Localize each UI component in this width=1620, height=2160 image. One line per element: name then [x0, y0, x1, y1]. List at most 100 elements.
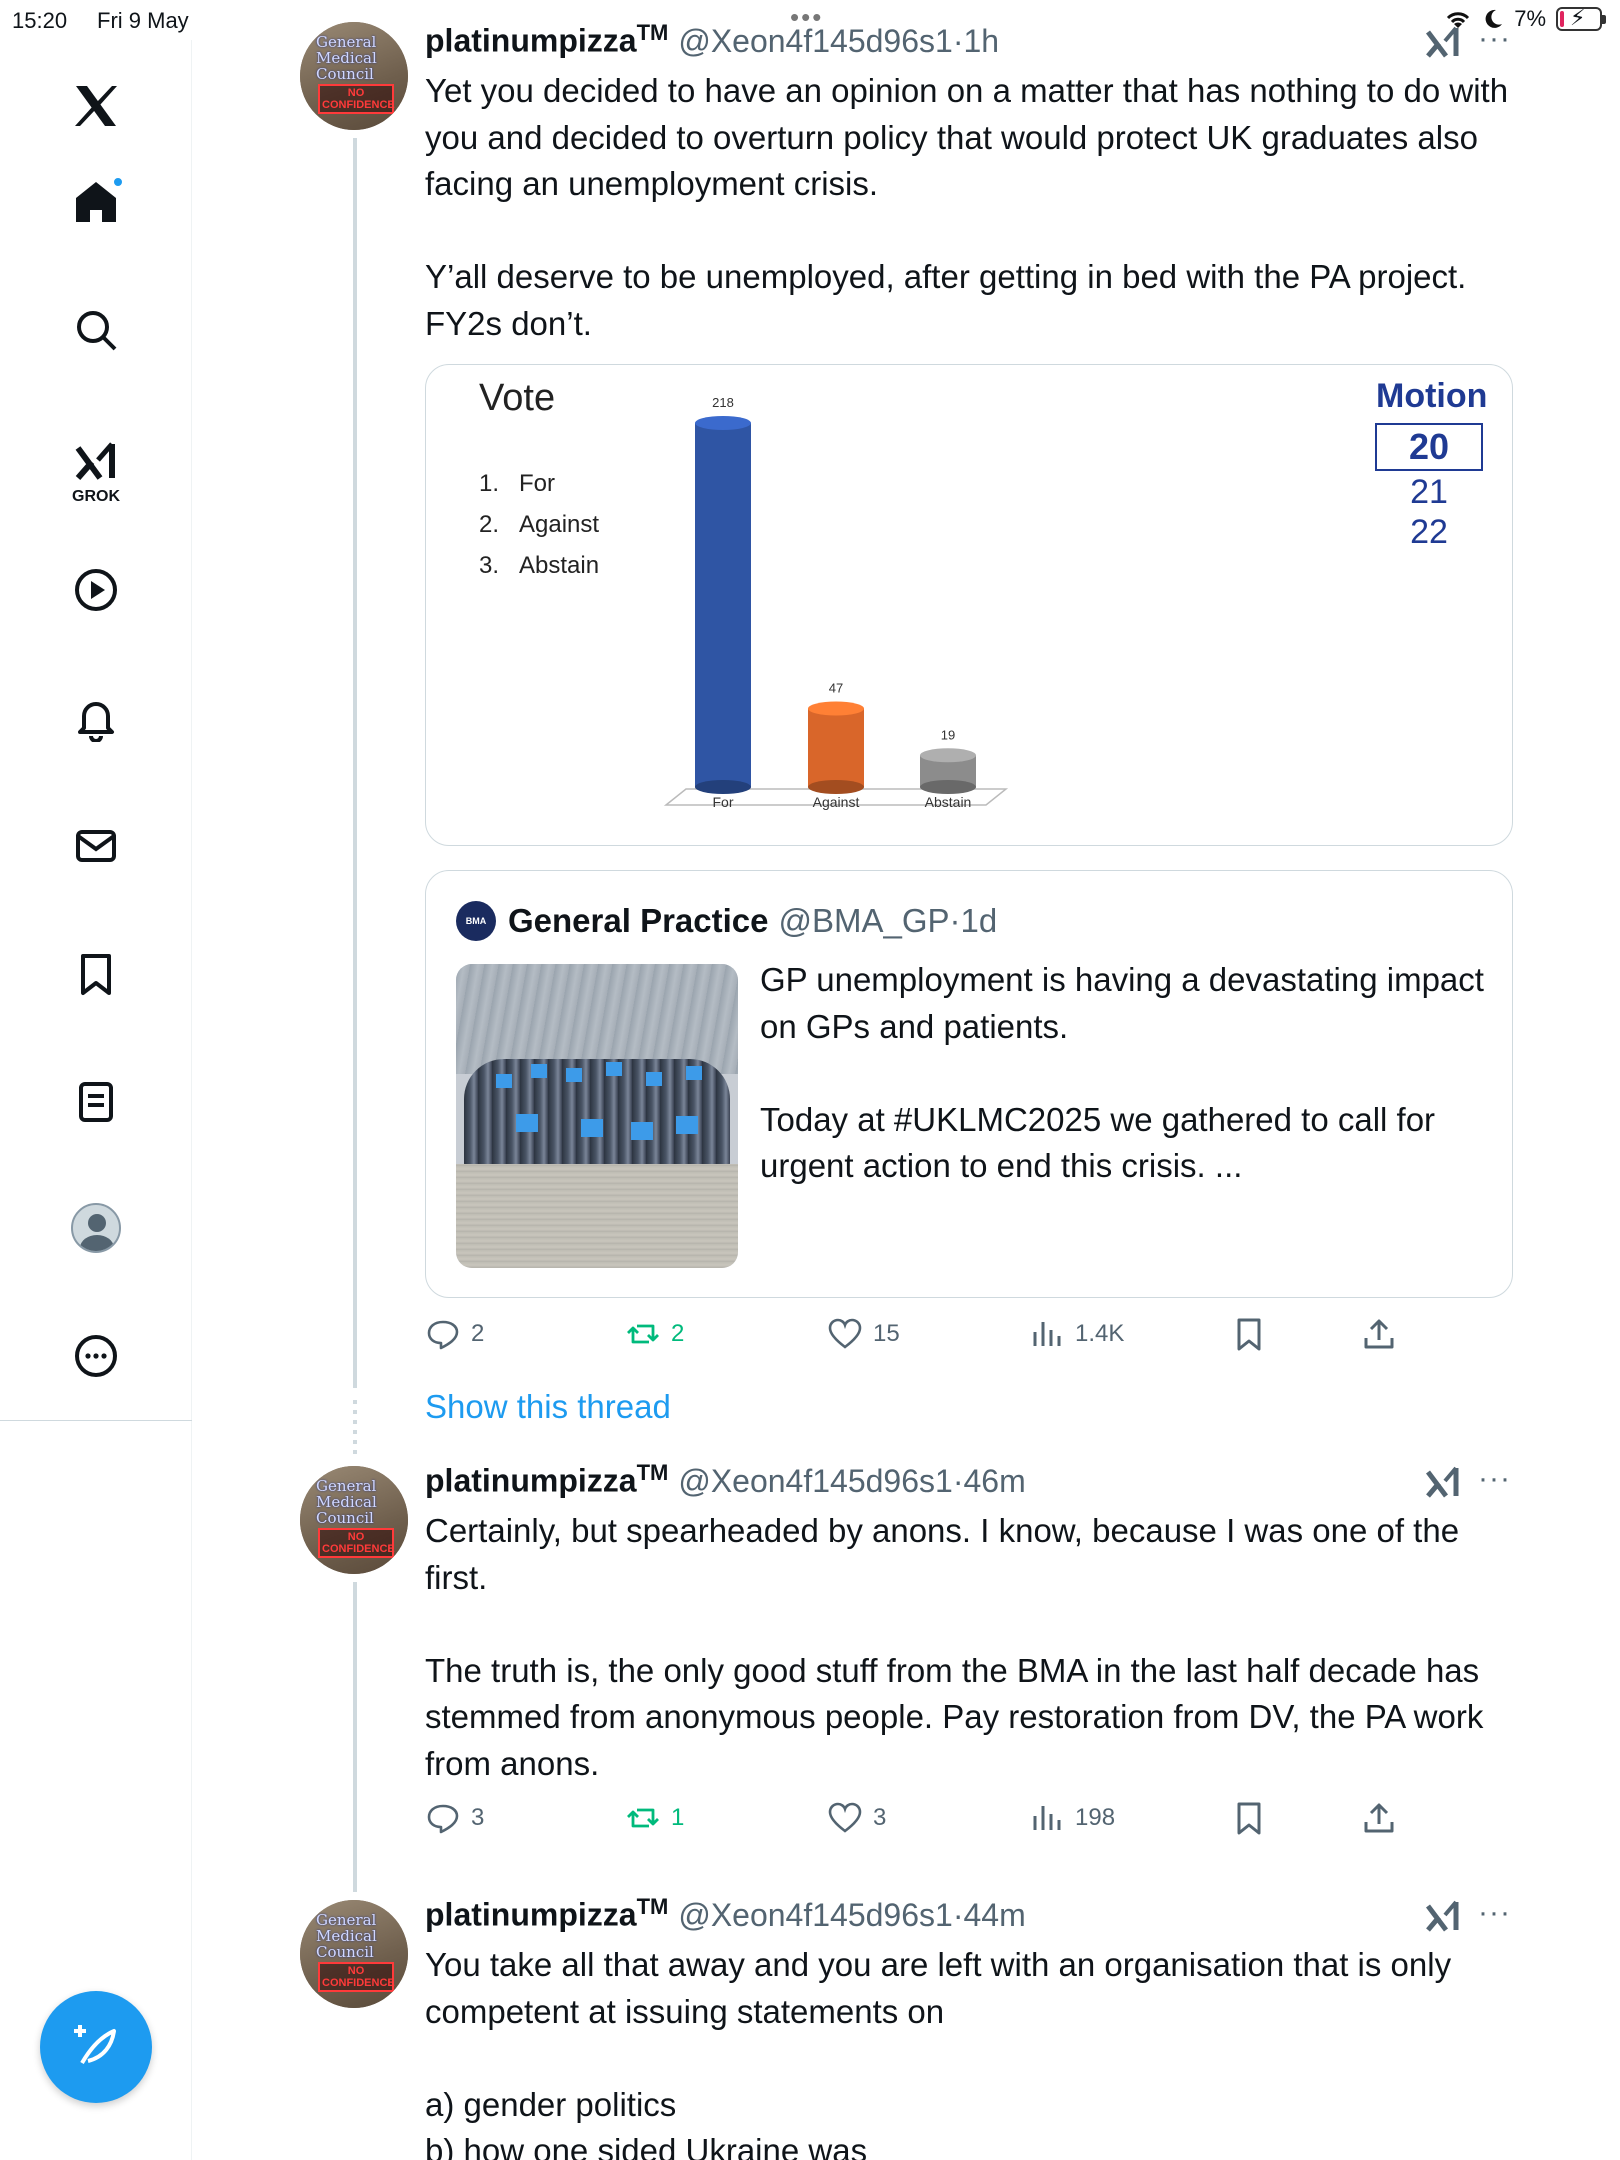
like-button[interactable]: 15 — [827, 1316, 900, 1352]
share-button[interactable] — [1361, 1800, 1397, 1836]
sidebar-item-lists[interactable] — [60, 1066, 132, 1138]
avatar[interactable]: General Medical Council NO CONFIDENCE — [300, 22, 408, 130]
avatar-stamp: NO CONFIDENCE — [318, 84, 395, 114]
quote-timestamp: ·1d — [949, 902, 998, 939]
bookmark-icon — [1237, 1318, 1261, 1351]
show-thread-link[interactable]: Show this thread — [425, 1388, 671, 1426]
more-options-icon[interactable]: ··· — [1478, 1896, 1511, 1930]
photo-ground — [456, 1164, 738, 1268]
quote-header: BMA General Practice @BMA_GP ·1d — [456, 901, 997, 941]
photo-sign — [531, 1064, 547, 1078]
grok-icon[interactable] — [1424, 1464, 1462, 1502]
tm-mark: TM — [636, 1894, 669, 1919]
status-indicators: 7% ⚡ — [1444, 5, 1606, 32]
sidebar: GROK — [0, 40, 192, 2160]
thread-line — [353, 138, 357, 1388]
quote-photo[interactable] — [456, 964, 738, 1268]
photo-sign — [496, 1074, 512, 1088]
avatar-text: General Medical Council — [316, 1911, 377, 1961]
sidebar-item-video[interactable] — [60, 554, 132, 626]
like-count: 3 — [873, 1804, 887, 1831]
chart-category-label: Against — [813, 794, 860, 810]
video-icon — [75, 569, 117, 611]
avatar-stamp: NO CONFIDENCE — [318, 1962, 395, 1992]
chart-value-label: 19 — [941, 727, 955, 742]
repost-button[interactable]: 2 — [625, 1316, 684, 1352]
heart-icon — [828, 1802, 862, 1833]
bookmark-button[interactable] — [1231, 1316, 1267, 1352]
display-name[interactable]: platinumpizzaTM — [425, 20, 668, 60]
photo-sign — [566, 1068, 582, 1082]
reply-button[interactable]: 2 — [425, 1316, 484, 1352]
timestamp[interactable]: ·44m — [953, 1897, 1026, 1934]
sidebar-item-notifications[interactable] — [60, 682, 132, 754]
avatar-text: General Medical Council — [316, 33, 377, 83]
repost-button[interactable]: 1 — [625, 1800, 684, 1836]
more-icon — [75, 1335, 117, 1377]
bma-logo-icon: BMA — [456, 901, 496, 941]
display-name[interactable]: platinumpizzaTM — [425, 1460, 668, 1500]
compose-button[interactable] — [40, 1991, 152, 2103]
photo-sign — [676, 1116, 698, 1134]
status-date: Fri 9 May — [97, 8, 189, 33]
handle[interactable]: @Xeon4f145d96s1 — [678, 1463, 952, 1500]
grok-label: GROK — [72, 488, 120, 505]
repost-count: 2 — [671, 1320, 685, 1347]
tm-mark: TM — [636, 20, 669, 45]
quote-tweet[interactable]: BMA General Practice @BMA_GP ·1d GP unem… — [425, 870, 1513, 1298]
like-count: 15 — [873, 1320, 900, 1347]
avatar[interactable]: General Medical Council NO CONFIDENCE — [300, 1900, 408, 2008]
bookmark-button[interactable] — [1231, 1800, 1267, 1836]
avatar[interactable]: General Medical Council NO CONFIDENCE — [300, 1466, 408, 1574]
views-button[interactable]: 1.4K — [1029, 1316, 1124, 1352]
chart-bar-abstain — [920, 748, 976, 794]
chart-category-label: Abstain — [925, 794, 972, 810]
tweet-header: platinumpizzaTM @Xeon4f145d96s1 ·44m — [425, 1894, 1026, 1934]
thread-line-dotted — [353, 1400, 357, 1455]
reply-button[interactable]: 3 — [425, 1800, 484, 1836]
photo-building — [456, 964, 738, 1074]
bookmark-icon — [1237, 1802, 1261, 1835]
sidebar-divider — [0, 1420, 192, 1421]
reply-icon — [427, 1320, 459, 1350]
handle[interactable]: @Xeon4f145d96s1 — [678, 1897, 952, 1934]
repost-count: 1 — [671, 1804, 685, 1831]
quote-text: GP unemployment is having a devastating … — [760, 961, 1484, 1184]
photo-sign — [606, 1062, 622, 1076]
heart-icon — [828, 1318, 862, 1349]
sidebar-item-search[interactable] — [60, 294, 132, 366]
views-button[interactable]: 198 — [1029, 1800, 1115, 1836]
grok-icon[interactable] — [1424, 24, 1462, 62]
photo-sign — [581, 1119, 603, 1137]
sidebar-item-home[interactable] — [60, 166, 132, 238]
sidebar-item-grok[interactable]: GROK — [60, 424, 132, 520]
photo-sign — [646, 1072, 662, 1086]
x-logo-icon[interactable] — [60, 70, 132, 142]
view-count: 1.4K — [1075, 1320, 1125, 1347]
sidebar-item-bookmarks[interactable] — [60, 938, 132, 1010]
timestamp[interactable]: ·46m — [953, 1463, 1026, 1500]
chart-image[interactable]: Vote 1. For 2. Against 3. Abstain Motion 20… — [425, 364, 1513, 846]
grok-icon[interactable] — [1424, 1898, 1462, 1936]
battery-fill — [1560, 11, 1564, 27]
more-options-icon[interactable]: ··· — [1478, 1462, 1511, 1496]
chart-bar-for — [695, 416, 751, 794]
reply-icon — [427, 1804, 459, 1834]
sidebar-item-profile[interactable] — [60, 1192, 132, 1264]
display-name[interactable]: platinumpizzaTM — [425, 1894, 668, 1934]
share-button[interactable] — [1361, 1316, 1397, 1352]
share-icon — [1364, 1319, 1394, 1349]
photo-sign — [516, 1114, 538, 1132]
like-button[interactable]: 3 — [827, 1800, 886, 1836]
battery-percent: 7% — [1514, 6, 1546, 31]
compose-feather-icon — [74, 2025, 116, 2064]
handle[interactable]: @Xeon4f145d96s1 — [678, 23, 952, 60]
more-options-icon[interactable]: ··· — [1478, 22, 1511, 56]
sidebar-item-more[interactable] — [60, 1320, 132, 1392]
avatar-stamp: NO CONFIDENCE — [318, 1528, 395, 1558]
tweet-text: Certainly, but spearheaded by anons. I k… — [425, 1512, 1484, 1782]
sidebar-item-messages[interactable] — [60, 810, 132, 882]
chart-bar-base — [695, 780, 751, 794]
photo-sign — [631, 1122, 653, 1140]
timestamp[interactable]: ·1h — [953, 23, 999, 60]
